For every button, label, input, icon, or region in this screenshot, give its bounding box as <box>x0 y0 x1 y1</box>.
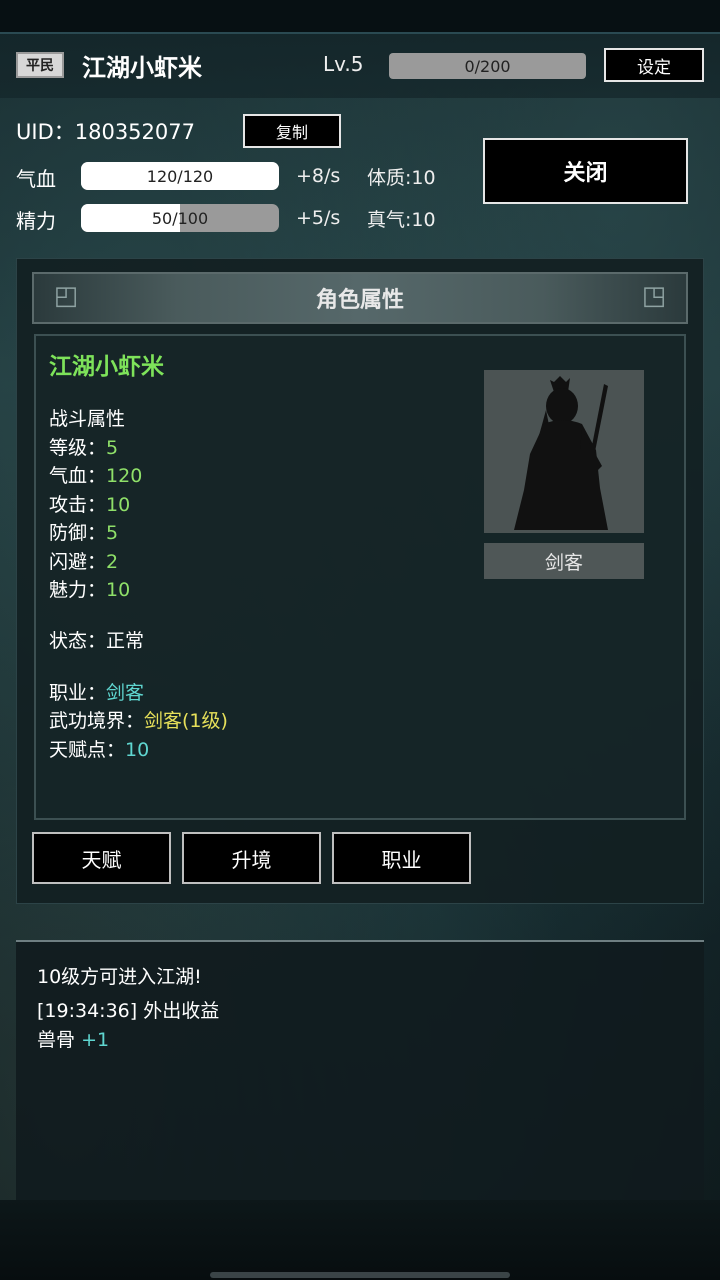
hp-value: 120/120 <box>146 166 214 186</box>
log-line: [19:34:36] 外出收益 <box>37 1000 220 1022</box>
close-button[interactable]: 关闭 <box>483 138 688 204</box>
talent-points-label: 天赋点： <box>49 739 126 761</box>
ascend-tab-button[interactable]: 升境 <box>182 832 321 884</box>
log-item-value: +1 <box>81 1029 110 1051</box>
sp-value: 50/100 <box>151 208 209 228</box>
talent-points-line: 天赋点：10 <box>49 735 149 762</box>
attr-value: 120 <box>106 465 143 487</box>
portrait-class-label: 剑客 <box>484 543 644 579</box>
swordsman-silhouette-icon <box>484 370 644 533</box>
job-tab-button[interactable]: 职业 <box>332 832 471 884</box>
attr-hp: 气血：120 <box>49 461 142 488</box>
job-line: 职业：剑客 <box>49 678 144 705</box>
constitution-stat: 体质:10 <box>367 167 436 189</box>
hp-bar: 120/120 <box>81 162 279 190</box>
hp-label: 气血 <box>16 167 56 191</box>
talent-points-value: 10 <box>125 739 150 761</box>
log-item-label: 兽骨 <box>37 1029 76 1051</box>
rank-badge: 平民 <box>16 52 64 78</box>
character-portrait <box>484 370 644 533</box>
status-line: 状态：正常 <box>49 626 144 653</box>
job-label: 职业： <box>49 682 107 704</box>
attr-label: 气血： <box>49 465 107 487</box>
left-ornament-icon: ◰ <box>53 281 79 311</box>
exp-bar: 0/200 <box>389 53 586 79</box>
job-value: 剑客 <box>106 682 145 704</box>
realm-value: 剑客(1级) <box>144 710 228 732</box>
sp-label: 精力 <box>16 209 56 233</box>
realm-line: 武功境界：剑客(1级) <box>49 706 228 733</box>
attr-label: 魅力： <box>49 579 107 601</box>
character-name: 江湖小虾米 <box>49 354 164 380</box>
attr-defense: 防御：5 <box>49 518 118 545</box>
attr-charm: 魅力：10 <box>49 575 130 602</box>
player-name: 江湖小虾米 <box>82 54 202 82</box>
status-value: 正常 <box>106 630 145 652</box>
sp-bar: 50/100 <box>81 204 279 232</box>
right-ornament-icon: ◳ <box>641 281 667 311</box>
home-indicator[interactable] <box>210 1272 510 1278</box>
attr-value: 5 <box>106 437 119 459</box>
player-level: Lv.5 <box>323 52 364 76</box>
true-qi-stat: 真气:10 <box>367 209 436 231</box>
log-line: 10级方可进入江湖! <box>37 966 202 988</box>
attr-level: 等级：5 <box>49 433 118 460</box>
attr-value: 10 <box>106 579 131 601</box>
sp-regen-rate: +5/s <box>296 207 341 229</box>
status-bar <box>0 0 720 34</box>
uid-label: UID：180352077 <box>16 120 195 144</box>
attr-dodge: 闪避：2 <box>49 547 118 574</box>
settings-button[interactable]: 设定 <box>604 48 704 82</box>
attr-label: 攻击： <box>49 494 107 516</box>
attr-label: 闪避： <box>49 551 107 573</box>
panel-title: 角色属性 <box>32 272 688 324</box>
attr-attack: 攻击：10 <box>49 490 130 517</box>
talent-tab-button[interactable]: 天赋 <box>32 832 171 884</box>
attr-value: 2 <box>106 551 119 573</box>
attr-label: 等级： <box>49 437 107 459</box>
hp-regen-rate: +8/s <box>296 165 341 187</box>
attr-value: 5 <box>106 522 119 544</box>
attr-label: 防御： <box>49 522 107 544</box>
combat-attributes-header: 战斗属性 <box>49 408 126 430</box>
realm-label: 武功境界： <box>49 710 145 732</box>
attr-value: 10 <box>106 494 131 516</box>
log-item-line: 兽骨 +1 <box>37 1025 109 1052</box>
copy-uid-button[interactable]: 复制 <box>243 114 341 148</box>
status-label: 状态： <box>49 630 107 652</box>
bottom-area <box>0 1200 720 1280</box>
